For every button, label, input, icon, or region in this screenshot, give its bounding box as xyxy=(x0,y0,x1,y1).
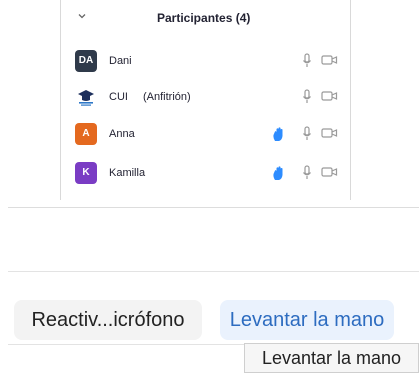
participant-name: CUI xyxy=(109,91,128,103)
raise-hand-tooltip: Levantar la mano xyxy=(244,343,419,373)
microphone-icon[interactable] xyxy=(301,165,313,181)
participants-panel: Participantes (4) DA Dani CUI (Anfitrión… xyxy=(60,0,351,200)
participant-row[interactable]: DA Dani xyxy=(61,44,350,80)
video-camera-icon[interactable] xyxy=(321,90,338,102)
participant-name: Dani xyxy=(109,55,132,67)
participant-name: Kamilla xyxy=(109,167,146,179)
graduation-cap-logo-icon xyxy=(75,86,97,108)
unmute-microphone-button[interactable]: Reactiv...icrófono xyxy=(14,300,202,340)
host-label: (Anfitrión) xyxy=(143,91,191,103)
chevron-down-icon[interactable] xyxy=(75,10,89,24)
participant-row[interactable]: A Anna xyxy=(61,117,350,153)
raised-hand-icon xyxy=(273,127,283,141)
microphone-icon[interactable] xyxy=(301,126,313,142)
participants-title: Participantes (4) xyxy=(157,11,251,25)
raised-hand-icon xyxy=(273,166,283,180)
video-camera-icon[interactable] xyxy=(321,127,338,139)
participants-header: Participantes (4) xyxy=(61,0,350,38)
participant-controls-bar: Reactiv...icrófono Levantar la mano xyxy=(8,271,419,345)
participant-row[interactable]: CUI (Anfitrión) xyxy=(61,80,350,116)
avatar: K xyxy=(75,162,97,184)
avatar: DA xyxy=(75,50,97,72)
avatar: A xyxy=(75,123,97,145)
video-camera-icon[interactable] xyxy=(321,166,338,178)
section-divider xyxy=(8,207,419,208)
participant-name: Anna xyxy=(109,128,135,140)
participant-row[interactable]: K Kamilla xyxy=(61,156,350,192)
video-camera-icon[interactable] xyxy=(321,54,338,66)
microphone-icon[interactable] xyxy=(301,53,313,69)
raise-hand-button[interactable]: Levantar la mano xyxy=(220,300,394,340)
microphone-icon[interactable] xyxy=(301,89,313,105)
